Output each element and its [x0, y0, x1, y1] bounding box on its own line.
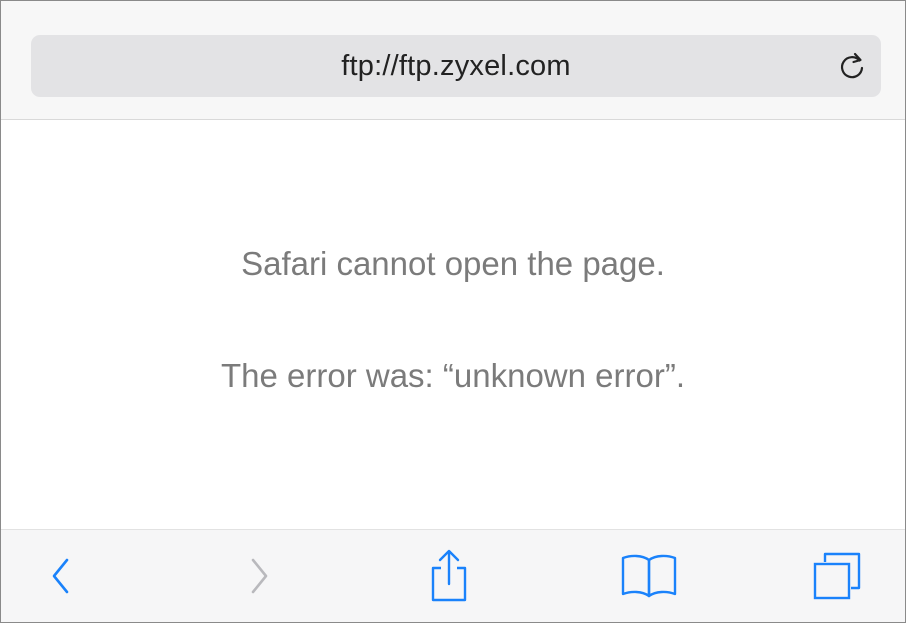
- forward-button[interactable]: [229, 546, 289, 606]
- forward-icon: [244, 556, 274, 596]
- tabs-icon: [809, 548, 865, 604]
- share-button[interactable]: [419, 546, 479, 606]
- error-detail: The error was: “unknown error”.: [221, 357, 685, 394]
- page-content: [1, 120, 905, 528]
- tabs-button[interactable]: [807, 546, 867, 606]
- bookmarks-icon: [617, 552, 681, 600]
- bottom-toolbar: [1, 529, 905, 622]
- address-bar-area: ftp://ftp.zyxel.com: [1, 1, 905, 120]
- browser-window: ftp://ftp.zyxel.com Safari cannot open t…: [0, 0, 906, 623]
- url-text[interactable]: ftp://ftp.zyxel.com: [31, 35, 881, 97]
- back-button[interactable]: [31, 546, 91, 606]
- back-icon: [46, 556, 76, 596]
- share-icon: [427, 548, 471, 604]
- error-title: Safari cannot open the page.: [241, 245, 665, 282]
- reload-icon[interactable]: [835, 49, 869, 83]
- url-field[interactable]: ftp://ftp.zyxel.com: [31, 35, 881, 97]
- bookmarks-button[interactable]: [619, 546, 679, 606]
